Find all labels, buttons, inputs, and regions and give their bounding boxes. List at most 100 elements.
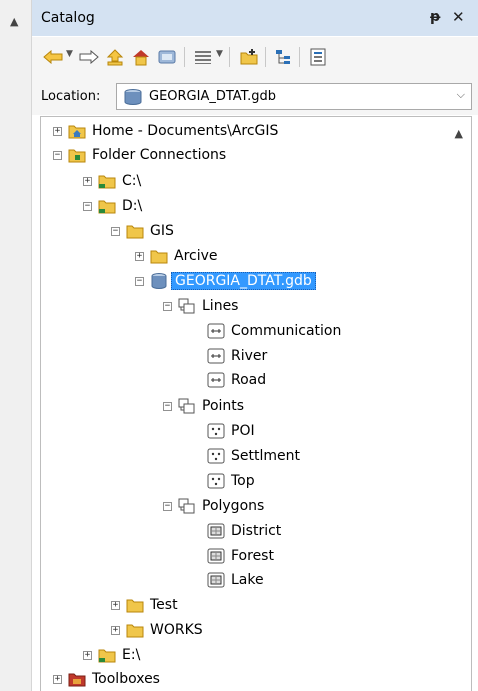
tree-item-label: Top — [231, 473, 255, 489]
toolbar-divider — [229, 47, 230, 67]
views-icon[interactable] — [192, 46, 214, 68]
back-icon[interactable] — [42, 46, 64, 68]
tree-item-test[interactable]: + Test — [111, 595, 178, 615]
collapse-icon[interactable]: − — [135, 276, 144, 286]
tree-item-home[interactable]: + Home - Documents\ArcGIS — [53, 121, 278, 141]
tree-item-lake[interactable]: Lake — [207, 570, 264, 590]
toolbox-icon — [68, 671, 86, 687]
tree-item-e-drive[interactable]: + E:\ — [83, 645, 140, 665]
tree-item-works[interactable]: + WORKS — [111, 620, 203, 640]
tree-item-toolboxes[interactable]: + Toolboxes — [53, 669, 160, 689]
tree-item-poi[interactable]: POI — [207, 421, 255, 441]
collapse-icon[interactable]: − — [163, 501, 172, 511]
options-icon[interactable] — [307, 46, 329, 68]
tree-item-road[interactable]: Road — [207, 370, 266, 390]
expand-icon[interactable]: + — [53, 674, 62, 684]
new-geodatabase-icon[interactable] — [238, 46, 260, 68]
collapse-icon[interactable]: − — [53, 150, 62, 160]
location-label: Location: — [41, 89, 101, 104]
polygon-feature-class-icon — [207, 572, 225, 588]
expand-icon[interactable]: + — [83, 650, 92, 660]
expand-icon[interactable]: + — [83, 176, 92, 186]
folder-icon — [126, 223, 144, 239]
point-feature-class-icon — [207, 473, 225, 489]
tree-item-river[interactable]: River — [207, 346, 267, 366]
tree-item-polygons-dataset[interactable]: − Polygons — [163, 496, 264, 516]
tree-item-label: Polygons — [202, 498, 265, 514]
tree-item-d-drive[interactable]: − D:\ — [83, 196, 142, 216]
line-feature-class-icon — [207, 323, 225, 339]
panel-titlebar: Catalog ᵽ ✕ — [32, 0, 478, 36]
tree-item-settlment[interactable]: Settlment — [207, 446, 300, 466]
scroll-up-icon[interactable]: ▲ — [455, 127, 463, 140]
point-feature-class-icon — [207, 448, 225, 464]
tree-item-points-dataset[interactable]: − Points — [163, 396, 244, 416]
panel-title: Catalog — [41, 10, 95, 26]
line-feature-class-icon — [207, 348, 225, 364]
toolbar-divider — [184, 47, 185, 67]
polygon-feature-class-icon — [207, 523, 225, 539]
tree-item-label: WORKS — [150, 622, 203, 638]
tree-item-label: GIS — [150, 223, 174, 239]
tree-item-label: River — [231, 348, 268, 364]
folder-connection-icon — [98, 647, 116, 663]
tree-item-label: Toolboxes — [92, 671, 160, 687]
folder-icon — [126, 597, 144, 613]
close-icon[interactable]: ✕ — [452, 8, 465, 26]
chevron-down-icon[interactable]: ⌵ — [457, 88, 465, 102]
polygon-feature-class-icon — [207, 548, 225, 564]
folder-icon — [126, 622, 144, 638]
pin-icon[interactable]: ᵽ — [430, 9, 440, 25]
feature-dataset-icon — [178, 498, 196, 514]
connect-folder-icon[interactable] — [156, 46, 178, 68]
collapse-icon[interactable]: − — [163, 401, 172, 411]
tree-item-folder-connections[interactable]: − Folder Connections — [53, 145, 226, 165]
tree-item-label: Lines — [202, 298, 239, 314]
geodatabase-icon — [150, 273, 168, 289]
feature-dataset-icon — [178, 298, 196, 314]
expand-icon[interactable]: + — [111, 600, 120, 610]
catalog-tree[interactable]: ▲ + Home - Documents\ArcGIS − Folder Con… — [40, 116, 472, 691]
tree-item-label: POI — [231, 423, 255, 439]
home-folder-icon — [68, 123, 86, 139]
folder-connection-icon — [98, 173, 116, 189]
point-feature-class-icon — [207, 423, 225, 439]
collapse-icon[interactable]: − — [163, 301, 172, 311]
tree-item-gis[interactable]: − GIS — [111, 221, 174, 241]
tree-item-label: Lake — [231, 572, 264, 588]
expand-icon[interactable]: + — [53, 126, 62, 136]
tree-item-label: Settlment — [231, 448, 300, 464]
forward-icon[interactable] — [78, 46, 100, 68]
views-dropdown-icon[interactable]: ▼ — [216, 49, 223, 59]
left-gutter: ▲ — [0, 0, 32, 691]
toolbar-divider — [299, 47, 300, 67]
tree-item-forest[interactable]: Forest — [207, 546, 274, 566]
tree-item-district[interactable]: District — [207, 521, 281, 541]
tree-item-lines-dataset[interactable]: − Lines — [163, 296, 238, 316]
tree-item-top[interactable]: Top — [207, 471, 255, 491]
collapse-icon[interactable]: − — [83, 201, 92, 211]
tree-item-arcive[interactable]: + Arcive — [135, 246, 218, 266]
toolbar-divider — [265, 47, 266, 67]
catalog-panel: Catalog ᵽ ✕ ▼ ▼ Location: GEORGIA_DTAT.g… — [32, 0, 478, 691]
location-combobox[interactable]: GEORGIA_DTAT.gdb ⌵ — [116, 83, 472, 110]
feature-dataset-icon — [178, 398, 196, 414]
expand-icon[interactable]: + — [111, 625, 120, 635]
folder-connection-icon — [98, 198, 116, 214]
tree-item-georgia-gdb[interactable]: − GEORGIA_DTAT.gdb — [135, 271, 316, 291]
tree-item-label: Points — [202, 398, 245, 414]
tree-item-label: E:\ — [122, 647, 141, 663]
tree-item-label: GEORGIA_DTAT.gdb — [171, 272, 316, 290]
home-icon[interactable] — [130, 46, 152, 68]
tree-item-label: D:\ — [122, 198, 143, 214]
tree-item-c-drive[interactable]: + C:\ — [83, 171, 141, 191]
tree-item-label: District — [231, 523, 282, 539]
tree-item-communication[interactable]: Communication — [207, 321, 341, 341]
expand-icon[interactable]: + — [135, 251, 144, 261]
toggle-tree-icon[interactable] — [273, 46, 295, 68]
up-one-level-icon[interactable] — [104, 46, 126, 68]
tree-item-label: Arcive — [174, 248, 218, 264]
back-dropdown-icon[interactable]: ▼ — [66, 49, 73, 59]
collapse-icon[interactable]: − — [111, 226, 120, 236]
collapse-caret-icon[interactable]: ▲ — [10, 15, 18, 28]
